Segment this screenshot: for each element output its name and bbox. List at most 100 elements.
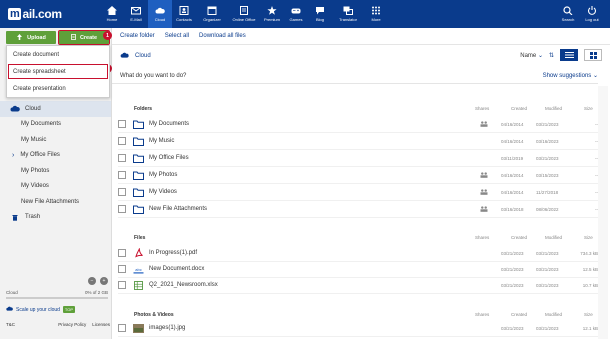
mail-icon <box>131 6 141 15</box>
row-checkbox[interactable] <box>118 265 126 273</box>
nav-organizer[interactable]: Organizer <box>196 0 228 28</box>
nav-translator[interactable]: Translator <box>332 0 364 28</box>
row-checkbox[interactable] <box>118 281 126 289</box>
star-icon <box>267 6 277 15</box>
storage-bar <box>6 297 108 299</box>
row-checkbox[interactable] <box>118 205 126 213</box>
row-size: 10.7 kB <box>582 282 598 288</box>
row-checkbox[interactable] <box>118 171 126 179</box>
folder-row[interactable]: My Office Files 03/11/2019 03/21/2023 -- <box>118 150 598 167</box>
folder-row[interactable]: My Photos 04/16/2014 03/15/2023 -- <box>118 167 598 184</box>
show-suggestions-button[interactable]: Show suggestions ⌄ <box>543 72 598 79</box>
grid-icon <box>371 6 381 15</box>
nav-more[interactable]: More <box>364 0 388 28</box>
folder-icon <box>133 171 144 180</box>
col-shares: Shares <box>475 312 490 317</box>
scrollbar[interactable] <box>598 86 608 339</box>
row-modified: 03/15/2023 <box>536 172 559 178</box>
row-checkbox[interactable] <box>118 188 126 196</box>
row-name[interactable]: New File Attachments <box>149 206 349 212</box>
sidebar-item-my-office-files[interactable]: › My Office Files <box>0 148 111 164</box>
nav-games[interactable]: Games <box>284 0 308 28</box>
create-folder-link[interactable]: Create folder <box>120 33 155 39</box>
row-name[interactable]: My Documents <box>149 121 349 127</box>
mail-com-logo[interactable]: m ail.com <box>0 0 62 28</box>
row-created: 03/21/2023 <box>501 250 524 256</box>
row-modified: 03/21/2023 <box>536 266 559 272</box>
folder-row[interactable]: My Videos 04/16/2014 11/27/2018 -- <box>118 184 598 201</box>
row-created: 04/16/2014 <box>501 121 524 127</box>
breadcrumb-cloud[interactable]: Cloud <box>135 53 151 59</box>
nav-online-office[interactable]: Online Office <box>228 0 260 28</box>
row-name[interactable]: In Progress(1).pdf <box>149 250 349 256</box>
row-checkbox[interactable] <box>118 137 126 145</box>
row-name[interactable]: My Photos <box>149 172 349 178</box>
row-checkbox[interactable] <box>118 154 126 162</box>
file-row[interactable]: In Progress(1).pdf 03/21/2023 03/21/2023 73… <box>118 245 598 262</box>
privacy-link[interactable]: Privacy Policy <box>58 322 86 327</box>
tc-link[interactable]: T&C <box>6 322 15 327</box>
row-checkbox[interactable] <box>118 120 126 128</box>
sidebar-item-my-videos[interactable]: My Videos <box>0 179 111 195</box>
row-name[interactable]: My Music <box>149 138 349 144</box>
cloud-icon <box>120 52 129 60</box>
row-name[interactable]: images(1).jpg <box>149 325 349 331</box>
sidebar-item-trash[interactable]: Trash <box>0 210 111 226</box>
col-modified: Modified <box>545 106 563 111</box>
nav-premium[interactable]: Premium <box>260 0 284 28</box>
list-icon <box>564 52 574 58</box>
photo-row[interactable]: images(1).jpg 03/21/2023 03/21/2023 12.1 kB <box>118 320 598 337</box>
scale-up-link[interactable]: Scale up your cloud TOP <box>6 306 76 313</box>
sidebar-item-my-photos[interactable]: My Photos <box>0 163 111 179</box>
create-spreadsheet-item[interactable]: Create spreadsheet <box>7 63 109 80</box>
nav-contacts[interactable]: Contacts <box>172 0 196 28</box>
row-checkbox[interactable] <box>118 249 126 257</box>
row-size: 12.1 kB <box>582 325 598 331</box>
chevron-right-icon[interactable]: › <box>12 152 14 159</box>
top-badge: TOP <box>62 306 76 313</box>
nav-home[interactable]: Home <box>100 0 124 28</box>
create-presentation-item[interactable]: Create presentation <box>7 80 109 97</box>
sidebar-item-cloud[interactable]: Cloud <box>0 101 111 117</box>
row-checkbox[interactable] <box>118 324 126 332</box>
trash-icon <box>10 213 20 221</box>
nav-search[interactable]: Search <box>556 0 580 28</box>
sort-dropdown[interactable]: Name ⌄ <box>520 52 543 59</box>
step-badge-1: 1 <box>103 31 112 40</box>
nav-cloud[interactable]: Cloud <box>148 0 172 28</box>
folder-row[interactable]: My Documents 04/16/2014 03/21/2023 -- <box>118 116 598 133</box>
col-shares: Shares <box>475 106 490 111</box>
nav-log-out[interactable]: Log out <box>580 0 604 28</box>
select-all-link[interactable]: Select all <box>165 33 189 39</box>
nav-blog[interactable]: Blog <box>308 0 332 28</box>
folder-row[interactable]: New File Attachments 03/16/2018 08/06/2022… <box>118 201 598 218</box>
sidebar-item-my-documents[interactable]: My Documents <box>0 117 111 133</box>
row-name[interactable]: My Videos <box>149 189 349 195</box>
row-name[interactable]: Q2_2021_Newsroom.xlsx <box>149 282 349 288</box>
download-all-link[interactable]: Download all files <box>199 33 246 39</box>
create-document-item[interactable]: Create document <box>7 46 109 63</box>
nav-e-mail[interactable]: E-Mail <box>124 0 148 28</box>
folder-icon <box>133 120 144 129</box>
file-row[interactable]: abc New Document.docx 03/21/2023 03/21/2023… <box>118 261 598 278</box>
grid-view-button[interactable] <box>584 49 602 61</box>
row-name[interactable]: My Office Files <box>149 155 349 161</box>
licenses-link[interactable]: Licenses <box>92 322 110 327</box>
row-modified: 03/21/2023 <box>536 121 559 127</box>
sidebar-item-my-music[interactable]: My Music <box>0 132 111 148</box>
col-size: Size <box>584 312 593 317</box>
sort-direction-icon[interactable]: ⇅ <box>549 52 554 59</box>
folder-row[interactable]: My Music 04/16/2014 03/16/2023 -- <box>118 133 598 150</box>
file-row[interactable]: Q2_2021_Newsroom.xlsx 03/21/2023 03/21/202… <box>118 277 598 294</box>
section-folders: Folders <box>134 106 153 112</box>
docx-file-icon: abc <box>133 265 144 274</box>
create-button[interactable]: Create <box>58 30 110 45</box>
list-view-button[interactable] <box>560 49 578 61</box>
upload-button[interactable]: Upload <box>6 31 56 44</box>
cloud-icon <box>10 105 20 113</box>
document-icon <box>71 33 76 42</box>
minus-icon[interactable]: − <box>88 277 96 285</box>
plus-icon[interactable]: + <box>100 277 108 285</box>
sidebar-item-new-file-attachments[interactable]: New File Attachments <box>0 194 111 210</box>
row-name[interactable]: New Document.docx <box>149 266 349 272</box>
